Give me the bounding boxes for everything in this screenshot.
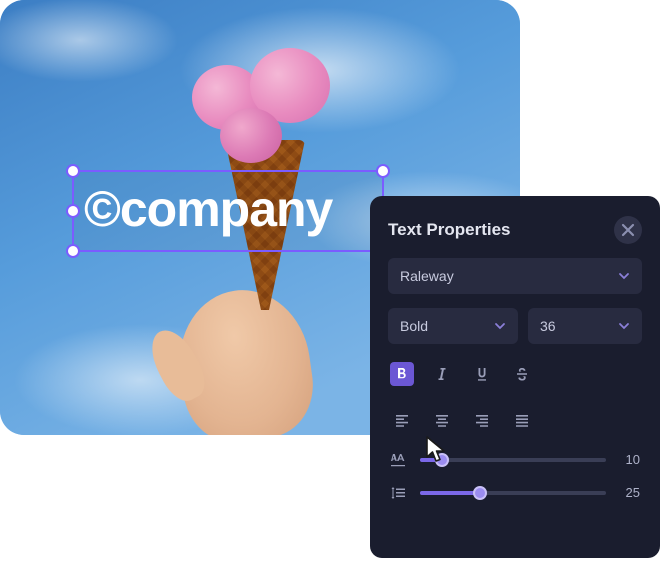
strikethrough-icon xyxy=(514,366,530,382)
font-weight-value: Bold xyxy=(400,318,428,334)
align-right-button[interactable] xyxy=(470,408,494,432)
text-style-row xyxy=(388,358,642,390)
close-icon xyxy=(621,223,635,237)
chevron-down-icon xyxy=(618,320,630,332)
letter-spacing-value: 10 xyxy=(618,452,640,467)
slider-thumb[interactable] xyxy=(473,486,487,500)
close-button[interactable] xyxy=(614,216,642,244)
line-height-row: 25 xyxy=(388,483,642,502)
align-left-button[interactable] xyxy=(390,408,414,432)
bold-button[interactable] xyxy=(390,362,414,386)
align-right-icon xyxy=(474,412,490,428)
panel-title: Text Properties xyxy=(388,220,511,240)
letter-spacing-slider[interactable] xyxy=(420,458,606,462)
text-properties-panel: Text Properties Raleway Bold 36 xyxy=(370,196,660,558)
font-family-select[interactable]: Raleway xyxy=(388,258,642,294)
chevron-down-icon xyxy=(618,270,630,282)
align-left-icon xyxy=(394,412,410,428)
font-weight-select[interactable]: Bold xyxy=(388,308,518,344)
strikethrough-button[interactable] xyxy=(510,362,534,386)
align-justify-icon xyxy=(514,412,530,428)
underline-button[interactable] xyxy=(470,362,494,386)
letter-spacing-row: 10 xyxy=(388,450,642,469)
line-height-icon xyxy=(390,486,408,500)
align-center-button[interactable] xyxy=(430,408,454,432)
slider-thumb[interactable] xyxy=(435,453,449,467)
letter-spacing-icon xyxy=(390,453,408,467)
font-size-value: 36 xyxy=(540,318,556,334)
resize-handle-top-left[interactable] xyxy=(66,164,80,178)
resize-handle-top-right[interactable] xyxy=(376,164,390,178)
chevron-down-icon xyxy=(494,320,506,332)
text-selection-box[interactable]: ©company xyxy=(72,170,384,252)
resize-handle-mid-left[interactable] xyxy=(66,204,80,218)
font-size-select[interactable]: 36 xyxy=(528,308,642,344)
line-height-slider[interactable] xyxy=(420,491,606,495)
line-height-value: 25 xyxy=(618,485,640,500)
italic-button[interactable] xyxy=(430,362,454,386)
italic-icon xyxy=(434,366,450,382)
align-center-icon xyxy=(434,412,450,428)
watermark-text[interactable]: ©company xyxy=(84,180,332,238)
bold-icon xyxy=(394,366,410,382)
text-align-row xyxy=(388,404,642,436)
resize-handle-bottom-left[interactable] xyxy=(66,244,80,258)
underline-icon xyxy=(474,366,490,382)
align-justify-button[interactable] xyxy=(510,408,534,432)
font-family-value: Raleway xyxy=(400,268,454,284)
